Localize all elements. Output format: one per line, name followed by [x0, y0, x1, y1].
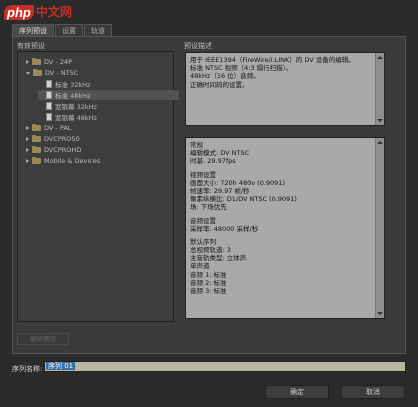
detail-line: 音频 2: 标准 [190, 278, 227, 287]
sequence-name-label: 序列名称: [12, 365, 43, 373]
description-scrollbar[interactable] [375, 53, 384, 125]
expand-arrow-icon[interactable] [26, 137, 29, 141]
tree-item-dv-24p[interactable]: DV - 24P [26, 57, 72, 67]
detail-line: 单声道 [190, 262, 210, 271]
folder-icon [32, 124, 41, 131]
file-icon [46, 91, 52, 99]
detail-line: 音频 1: 标准 [190, 270, 227, 279]
file-icon [46, 80, 52, 88]
scroll-up-icon[interactable] [377, 56, 383, 59]
tree-item-label: Mobile & Devices [44, 157, 101, 165]
sequence-name-value: 序列 01 [46, 362, 76, 370]
tree-item-label: DV - NTSC [45, 69, 79, 77]
scroll-down-icon[interactable] [377, 119, 383, 122]
folder-icon [32, 146, 41, 153]
cancel-button[interactable]: 取消 [341, 385, 405, 399]
tree-item-label: 标准 32kHz [55, 81, 91, 89]
logo-cn: 中文网 [35, 5, 72, 19]
scroll-up-icon[interactable] [377, 141, 383, 144]
sequence-name-input[interactable]: 序列 01 [44, 361, 406, 372]
detail-line: 采样率: 48000 采样/秒 [190, 224, 259, 233]
expand-arrow-icon[interactable] [26, 126, 29, 130]
delete-preset-button[interactable]: 删除预设 [17, 333, 69, 345]
detail-line: 默认序列 [190, 237, 216, 246]
tree-item-dvcpro50[interactable]: DVCPRO50 [26, 134, 80, 144]
detail-line: 画面大小: 720h 480v (0.9091) [190, 178, 285, 187]
tree-item-mobile-devices[interactable]: Mobile & Devices [26, 156, 100, 166]
detail-line: 音频 3: 标准 [190, 287, 227, 295]
file-icon [46, 113, 52, 121]
tree-item-label: DVCPRO50 [44, 135, 80, 143]
tree-item-label: 宽银幕 32kHz [55, 103, 97, 111]
tree-item-label: 宽银幕 48kHz [55, 114, 97, 122]
detail-line: 编辑模式: DV NTSC [190, 149, 250, 158]
detail-line: 视频设置 [190, 170, 216, 179]
description-line: 48kHz（16 位）音频。 [190, 72, 260, 81]
tree-item-dv-pal[interactable]: DV - PAL [26, 123, 71, 133]
expand-arrow-icon[interactable] [26, 148, 29, 152]
tree-item-dv-ntsc[interactable]: DV - NTSC [26, 68, 78, 78]
preset-tree[interactable]: DV - 24P DV - NTSC 标准 32kHz 标准 48kHz 宽银幕… [17, 51, 179, 322]
detail-line: 主音轨类型: 立体声 [190, 254, 247, 263]
detail-line: 常规 [190, 141, 203, 149]
file-icon [46, 102, 52, 110]
detail-line: 音频设置 [190, 216, 216, 225]
detail-line: 像素纵横比: D1/DV NTSC (0.9091) [190, 195, 297, 204]
details-scrollbar[interactable] [375, 138, 384, 318]
folder-icon [32, 58, 41, 65]
collapse-arrow-icon[interactable] [26, 71, 30, 75]
available-presets-label: 有效预设 [17, 42, 45, 50]
tree-item-dvcprohd[interactable]: DVCPROHD [26, 145, 81, 155]
expand-arrow-icon[interactable] [26, 159, 29, 163]
folder-icon [33, 69, 42, 76]
detail-line: 总视频轨道: 3 [190, 246, 231, 255]
tree-item-label: DV - PAL [44, 124, 72, 132]
folder-icon [32, 135, 41, 142]
preset-details-box[interactable]: 常规 编辑模式: DV NTSC 时基: 29.97fps 视频设置 画面大小:… [185, 137, 385, 319]
ok-button[interactable]: 确定 [265, 385, 329, 399]
preset-description-box[interactable]: 用于 IEEE1394（FireWire/i.LINK）的 DV 设备的编辑。 … [185, 52, 385, 126]
preset-description-label: 预设描述 [184, 42, 212, 50]
detail-line: 时基: 29.97fps [190, 157, 236, 166]
scroll-down-icon[interactable] [377, 312, 383, 315]
tree-item-standard-32khz[interactable]: 标准 32kHz [46, 79, 90, 89]
tree-item-widescreen-32khz[interactable]: 宽银幕 32kHz [46, 101, 97, 111]
tree-item-label: 标准 48kHz [55, 92, 91, 100]
detail-line: 场: 下场优先 [190, 203, 227, 212]
description-line: 标准 NTSC 视频（4:3 隔行扫描）。 [190, 64, 293, 73]
detail-line: 帧速率: 29.97 帧/秒 [190, 186, 250, 195]
tree-item-label: DVCPROHD [44, 146, 82, 154]
logo-php: php [4, 5, 34, 20]
tree-item-widescreen-48khz[interactable]: 宽银幕 48kHz [46, 112, 97, 122]
site-logo: php 中文网 [4, 2, 72, 20]
description-line: 用于 IEEE1394（FireWire/i.LINK）的 DV 设备的编辑。 [190, 56, 355, 64]
description-line: 正确时间码的设置。 [190, 80, 249, 89]
tree-item-standard-48khz[interactable]: 标准 48kHz [38, 90, 179, 100]
tree-item-label: DV - 24P [44, 58, 73, 66]
folder-icon [32, 157, 41, 164]
expand-arrow-icon[interactable] [26, 60, 29, 64]
